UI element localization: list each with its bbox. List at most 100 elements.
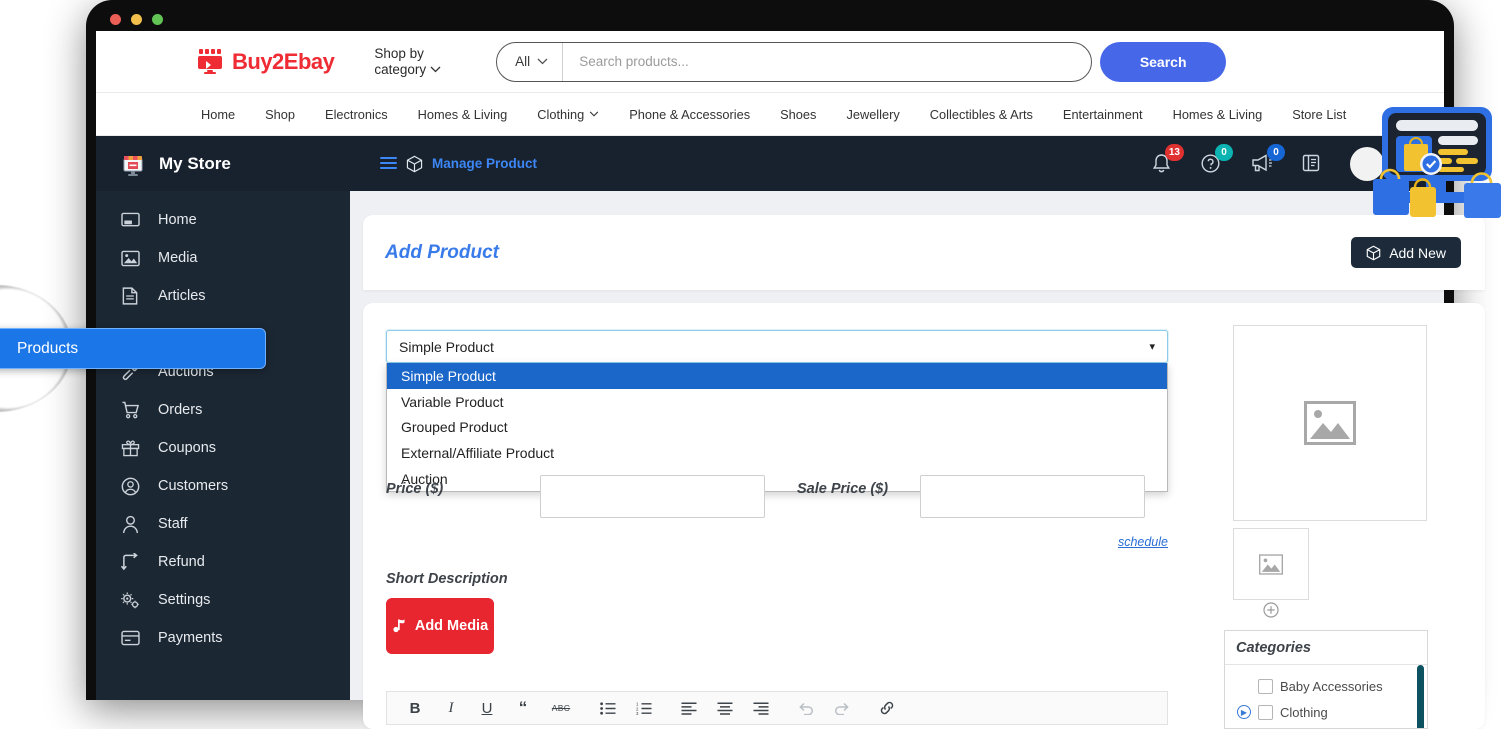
window-maximize-button[interactable]: [152, 14, 163, 25]
sidebar-item-home[interactable]: Home: [96, 201, 350, 239]
nav-item-store-list[interactable]: Store List: [1277, 107, 1361, 122]
align-left-icon[interactable]: [671, 693, 707, 723]
editor-toolbar: B I U “ABC 1 2 3: [386, 691, 1168, 725]
window-minimize-button[interactable]: [131, 14, 142, 25]
sidebar-item-media[interactable]: Media: [96, 239, 350, 277]
nav-item-label: Home: [201, 106, 236, 122]
media-icon: [392, 618, 408, 634]
sidebar-item-label: Home: [158, 212, 197, 228]
product-type-select[interactable]: Simple Product ▾ Simple Product Variable …: [386, 330, 1168, 493]
megaphone-icon[interactable]: 0: [1249, 143, 1285, 175]
category-checkbox[interactable]: [1258, 678, 1273, 694]
product-type-option-external-affiliate-product[interactable]: External/Affiliate Product: [387, 440, 1167, 466]
book-icon[interactable]: [1301, 153, 1323, 175]
bold-icon[interactable]: B: [397, 693, 433, 723]
add-new-button[interactable]: Add New: [1351, 237, 1461, 268]
search-input[interactable]: [563, 42, 1092, 81]
window-close-button[interactable]: [110, 14, 121, 25]
short-description-label: Short Description: [386, 571, 508, 587]
brand-logo[interactable]: Buy2Ebay: [196, 47, 335, 77]
sidebar-item-products[interactable]: Products: [0, 328, 266, 369]
unordered-list-icon[interactable]: [590, 693, 626, 723]
product-type-option-simple-product[interactable]: Simple Product: [387, 363, 1167, 389]
bell-icon[interactable]: 13: [1151, 143, 1184, 175]
document-icon: [120, 287, 140, 305]
product-main-image-placeholder[interactable]: [1233, 325, 1427, 521]
categories-title: Categories: [1236, 640, 1311, 656]
nav-item-jewellery[interactable]: Jewellery: [831, 107, 914, 122]
schedule-link[interactable]: schedule: [1118, 535, 1168, 549]
monitor-icon: [120, 212, 140, 229]
shop-by-category[interactable]: Shop by category: [374, 46, 441, 78]
nav-item-label: Entertainment: [1062, 106, 1143, 122]
product-type-option-grouped-product[interactable]: Grouped Product: [387, 414, 1167, 440]
nav-item-shop[interactable]: Shop: [250, 107, 310, 122]
redo-icon[interactable]: [824, 693, 860, 723]
product-type-option-variable-product[interactable]: Variable Product: [387, 389, 1167, 415]
price-input[interactable]: [540, 475, 765, 518]
chevron-down-icon: [537, 58, 548, 65]
add-media-button[interactable]: Add Media: [386, 598, 494, 654]
refund-arrow-icon: [120, 553, 140, 571]
undo-icon[interactable]: [788, 693, 824, 723]
nav-item-clothing[interactable]: Clothing: [522, 107, 614, 122]
strikethrough-icon[interactable]: ABC: [541, 693, 581, 723]
add-new-label: Add New: [1389, 244, 1446, 261]
sidebar-item-label: Media: [158, 250, 198, 266]
category-label: Baby Accessories: [1280, 678, 1383, 694]
sidebar-item-refund[interactable]: Refund: [96, 543, 350, 581]
card-icon: [120, 630, 140, 646]
category-row: Baby Accessories: [1225, 673, 1427, 699]
nav-item-shoes[interactable]: Shoes: [765, 107, 831, 122]
sidebar-item-customers[interactable]: Customers: [96, 467, 350, 505]
sidebar-item-label-products: Products: [17, 339, 79, 357]
nav-item-homes-living[interactable]: Homes & Living: [403, 107, 523, 122]
nav-item-home[interactable]: Home: [186, 107, 250, 122]
italic-icon[interactable]: I: [433, 693, 469, 723]
sidebar-item-settings[interactable]: Settings: [96, 581, 350, 619]
manage-product-breadcrumb: Manage Product: [380, 155, 537, 173]
sidebar-item-orders[interactable]: Orders: [96, 391, 350, 429]
sale-price-input[interactable]: [920, 475, 1145, 518]
nav-item-homes-living[interactable]: Homes & Living: [1158, 107, 1278, 122]
align-center-icon[interactable]: [707, 693, 743, 723]
nav-item-entertainment[interactable]: Entertainment: [1048, 107, 1158, 122]
categories-scrollbar[interactable]: [1417, 665, 1424, 728]
category-checkbox[interactable]: [1258, 704, 1273, 720]
help-circle-icon[interactable]: 0: [1200, 143, 1233, 175]
ordered-list-icon[interactable]: 123: [626, 693, 662, 723]
category-label: Clothing: [1280, 704, 1328, 720]
sidebar-item-articles[interactable]: Articles: [96, 277, 350, 315]
product-type-options-list: Simple Product Variable Product Grouped Pr…: [386, 363, 1168, 493]
nav-item-phone-accessories[interactable]: Phone & Accessories: [614, 107, 765, 122]
blockquote-icon[interactable]: “: [505, 693, 541, 723]
expand-category-icon[interactable]: ▶: [1237, 705, 1251, 719]
manage-product-link[interactable]: Manage Product: [432, 156, 537, 171]
product-type-select-box[interactable]: Simple Product ▾: [386, 330, 1168, 363]
shop-by-line1: Shop by: [374, 45, 424, 61]
product-type-selected-value: Simple Product: [399, 338, 494, 355]
link-icon[interactable]: [869, 693, 905, 723]
nav-item-collectibles-arts[interactable]: Collectibles & Arts: [915, 107, 1048, 122]
align-right-icon[interactable]: [743, 693, 779, 723]
search-button[interactable]: Search: [1100, 41, 1227, 82]
nav-item-label: Jewellery: [846, 106, 900, 122]
underline-icon[interactable]: U: [469, 693, 505, 723]
sidebar-item-payments[interactable]: Payments: [96, 619, 350, 657]
gears-icon: [120, 591, 140, 610]
product-thumbnail-placeholder[interactable]: [1233, 528, 1309, 600]
page-title: Add Product: [385, 241, 499, 263]
search-category-dropdown[interactable]: All: [497, 42, 564, 81]
admin-sidebar: HomeMediaArticlesProductsAuctionsOrdersC…: [96, 191, 350, 700]
bell-badge: 13: [1164, 143, 1184, 161]
plus-circle-icon[interactable]: [1263, 602, 1279, 618]
cube-icon: [1366, 245, 1381, 261]
store-identity[interactable]: My Store: [120, 151, 370, 177]
categories-list: Baby Accessories ▶ Clothing: [1225, 664, 1427, 728]
sidebar-item-coupons[interactable]: Coupons: [96, 429, 350, 467]
hamburger-icon[interactable]: [380, 157, 397, 170]
sidebar-item-staff[interactable]: Staff: [96, 505, 350, 543]
nav-item-label: Clothing: [537, 106, 585, 122]
ecommerce-illustration: [1364, 103, 1512, 225]
nav-item-electronics[interactable]: Electronics: [310, 107, 403, 122]
